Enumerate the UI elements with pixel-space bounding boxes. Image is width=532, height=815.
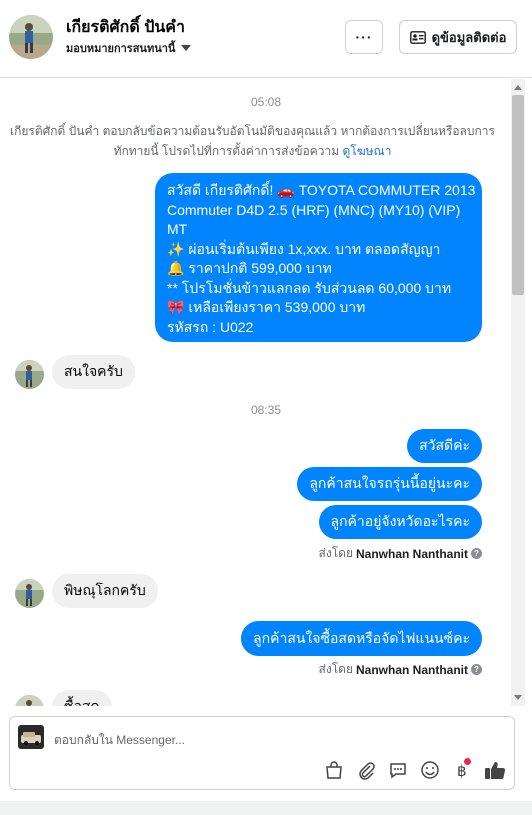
sent-by-label: ส่งโดย Nanwhan Nanthanit ? xyxy=(319,544,482,563)
outgoing-message: ลูกค้าอยู่จังหวัดอะไรคะ xyxy=(318,505,482,539)
incoming-message: สนใจครับ xyxy=(52,355,135,389)
sent-by-label: ส่งโดย Nanwhan Nanthanit ? xyxy=(319,660,482,679)
welcome-line: ✨ ผ่อนเริ่มต้นเพียง 1x,xxx. บาท ตลอดสัญญ… xyxy=(167,240,441,257)
welcome-line: สวัสดี เกียรติศักดิ์! 🚗 TOYOTA COMMUTER … xyxy=(167,182,476,198)
bag-icon[interactable] xyxy=(324,760,344,780)
incoming-message: พิษณุโลกครับ xyxy=(52,574,158,608)
system-message-text: เกียรติศักดิ์ ปันคำ ตอบกลับข้อความต้อนรั… xyxy=(10,124,495,158)
sent-by-prefix: ส่งโดย xyxy=(318,662,353,676)
scroll-thumb[interactable] xyxy=(512,95,524,295)
contact-avatar-small xyxy=(15,695,44,706)
sender-name: Nanwhan Nanthanit xyxy=(355,546,468,561)
system-message: เกียรติศักดิ์ ปันคำ ตอบกลับข้อความต้อนรั… xyxy=(10,121,495,161)
like-icon[interactable] xyxy=(484,760,506,780)
assign-label: มอบหมายการสนทนานี้ xyxy=(66,43,176,55)
view-contact-button[interactable]: ดูข้อมูลติดต่อ xyxy=(399,20,517,54)
thread-scrollbar[interactable] xyxy=(511,79,525,706)
help-icon[interactable]: ? xyxy=(471,548,482,559)
message-thread[interactable]: 05:08 เกียรติศักดิ์ ปันคำ ตอบกลับข้อความ… xyxy=(0,79,532,706)
scroll-down-icon[interactable] xyxy=(514,695,522,700)
view-contact-label: ดูข้อมูลติดต่อ xyxy=(431,29,507,45)
baht-icon[interactable]: ฿ xyxy=(452,758,472,780)
welcome-line: 🎀 เหลือเพียงราคา 539,000 บาท xyxy=(167,299,366,315)
contact-card-icon xyxy=(409,30,426,44)
footer-strip xyxy=(0,801,532,815)
contact-avatar-small xyxy=(15,579,44,608)
sender-name: Nanwhan Nanthanit xyxy=(355,662,468,677)
more-options-button[interactable]: ··· xyxy=(345,20,383,54)
message-composer[interactable]: ตอบกลับใน Messenger... ฿ xyxy=(9,716,515,790)
outgoing-message: ลูกค้าสนใจซื้อสดหรือจัดไฟแนนซ์คะ xyxy=(241,621,482,656)
welcome-line: รหัสรถ : U022 xyxy=(167,318,254,335)
scroll-up-icon[interactable] xyxy=(514,85,522,90)
notification-dot xyxy=(464,758,471,765)
welcome-line: Commuter D4D 2.5 (HRF) (MNC) (MY10) (VIP… xyxy=(167,201,461,218)
saved-reply-icon[interactable] xyxy=(388,760,408,780)
outgoing-message: สวัสดีค่ะ xyxy=(407,429,482,463)
attach-icon[interactable] xyxy=(356,760,376,780)
reply-input[interactable]: ตอบกลับใน Messenger... xyxy=(54,731,185,750)
sent-by-prefix: ส่งโดย xyxy=(318,546,353,560)
contact-name: เกียรติศักดิ์ ปันคำ xyxy=(66,19,185,36)
more-icon: ··· xyxy=(355,29,373,45)
help-icon[interactable]: ? xyxy=(471,664,482,675)
outgoing-message: ลูกค้าสนใจรถรุ่นนี้อยู่นะคะ xyxy=(297,467,482,501)
welcome-line: 🔔 ราคาปกติ 599,000 บาท xyxy=(167,260,332,276)
welcome-message-bubble: สวัสดี เกียรติศักดิ์! 🚗 TOYOTA COMMUTER … xyxy=(155,173,482,342)
emoji-icon[interactable] xyxy=(420,760,440,780)
assign-conversation-dropdown[interactable]: มอบหมายการสนทนานี้ xyxy=(66,39,192,57)
page-avatar xyxy=(18,725,44,749)
view-ad-link[interactable]: ดูโฆษณา xyxy=(343,144,392,158)
timestamp: 08:35 xyxy=(250,403,282,417)
welcome-line: MT xyxy=(167,221,188,237)
timestamp: 05:08 xyxy=(250,95,282,109)
contact-avatar[interactable] xyxy=(9,15,53,59)
contact-avatar-small xyxy=(15,360,44,389)
incoming-message: ซื้อสด xyxy=(52,690,112,706)
chevron-down-icon xyxy=(181,45,192,51)
welcome-line: ** โปรโมชั่นข้าวแลกลด รับส่วนลด 60,000 บ… xyxy=(167,279,452,296)
conversation-header: เกียรติศักดิ์ ปันคำ มอบหมายการสนทนานี้ ·… xyxy=(0,0,532,78)
